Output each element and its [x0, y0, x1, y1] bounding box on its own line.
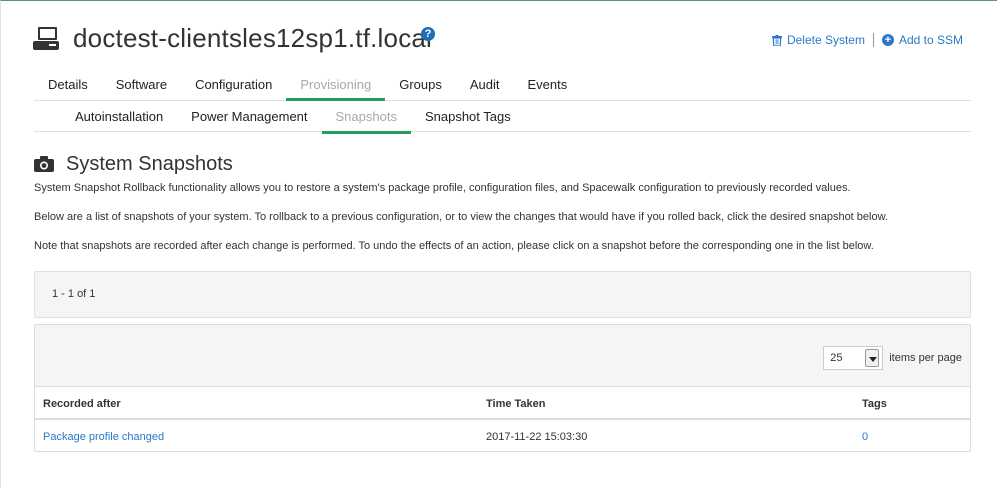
tab-autoinstallation[interactable]: Autoinstallation [61, 105, 177, 133]
table-toolbar: 25 items per page [35, 325, 970, 387]
tab-provisioning[interactable]: Provisioning [286, 73, 386, 101]
items-per-page-label: items per page [889, 352, 962, 364]
delete-system-button[interactable]: Delete System [771, 33, 865, 47]
snapshot-link[interactable]: Package profile changed [43, 431, 164, 443]
section-header: System Snapshots [34, 151, 233, 177]
secondary-tabs: Autoinstallation Power Management Snapsh… [34, 105, 971, 134]
question-circle-icon[interactable]: ? [421, 27, 435, 41]
description-paragraph: Note that snapshots are recorded after e… [34, 240, 874, 252]
tab-details[interactable]: Details [34, 73, 102, 101]
description-paragraph: Below are a list of snapshots of your sy… [34, 211, 888, 223]
plus-circle-icon: + [881, 34, 894, 46]
table-row: Package profile changed 2017-11-22 15:03… [35, 420, 970, 451]
primary-tabs: Details Software Configuration Provision… [34, 73, 971, 101]
tab-power-management[interactable]: Power Management [177, 105, 321, 133]
tags-count-link[interactable]: 0 [862, 431, 868, 443]
description-paragraph: System Snapshot Rollback functionality a… [34, 182, 851, 194]
tab-snapshot-tags[interactable]: Snapshot Tags [411, 105, 525, 133]
header-divider [872, 33, 874, 47]
table-header-row: Recorded after Time Taken Tags [35, 387, 970, 420]
tab-configuration[interactable]: Configuration [181, 73, 286, 101]
column-header-time-taken[interactable]: Time Taken [486, 398, 546, 410]
pagination-bar: 1 - 1 of 1 [34, 271, 971, 318]
header-actions: Delete System + Add to SSM [771, 33, 963, 47]
trash-icon [771, 34, 782, 46]
snapshots-table-panel: 25 items per page Recorded after Time Ta… [34, 324, 971, 452]
column-header-tags[interactable]: Tags [862, 398, 887, 410]
add-to-ssm-button[interactable]: + Add to SSM [881, 33, 963, 47]
delete-system-label: Delete System [786, 33, 865, 47]
camera-icon [34, 156, 54, 172]
items-per-page-control: 25 items per page [823, 346, 962, 370]
system-title: doctest-clientsles12sp1.tf.local [73, 23, 433, 53]
items-per-page-value: 25 [830, 352, 843, 364]
tab-groups[interactable]: Groups [385, 73, 456, 101]
tab-software[interactable]: Software [102, 73, 181, 101]
add-to-ssm-label: Add to SSM [898, 33, 963, 47]
column-header-recorded-after[interactable]: Recorded after [43, 398, 121, 410]
tab-audit[interactable]: Audit [456, 73, 514, 101]
tab-snapshots[interactable]: Snapshots [321, 105, 412, 134]
system-snapshots-page: doctest-clientsles12sp1.tf.local ? Delet… [0, 0, 997, 488]
chevron-down-icon [865, 349, 880, 367]
time-taken-cell: 2017-11-22 15:03:30 [486, 431, 588, 443]
section-title: System Snapshots [66, 152, 233, 175]
pagination-count: 1 - 1 of 1 [52, 288, 96, 300]
system-header: doctest-clientsles12sp1.tf.local ? Delet… [33, 19, 971, 59]
system-desktop-icon [33, 27, 59, 50]
items-per-page-select[interactable]: 25 [823, 346, 884, 370]
tab-events[interactable]: Events [514, 73, 582, 101]
